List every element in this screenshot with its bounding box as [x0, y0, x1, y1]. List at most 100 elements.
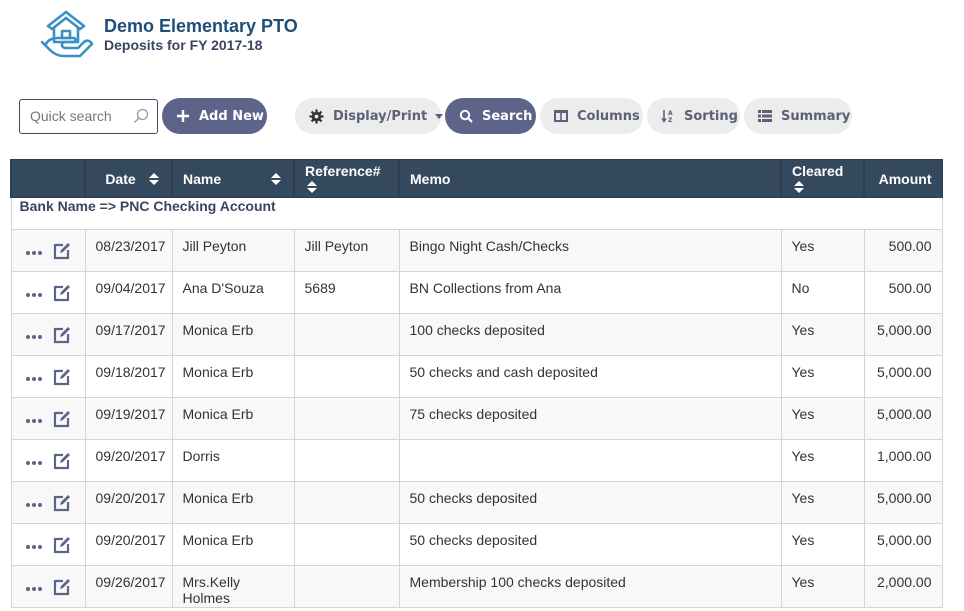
- cell-cleared: No: [780, 271, 865, 314]
- cell-amount: 500.00: [863, 229, 943, 272]
- row-actions: [10, 397, 86, 440]
- display-print-button[interactable]: Display/Print: [295, 98, 444, 134]
- cell-name: Jill Peyton: [171, 229, 295, 272]
- table-row[interactable]: 08/23/2017 Jill Peyton Jill Peyton Bingo…: [10, 229, 943, 272]
- edit-icon[interactable]: [53, 494, 71, 512]
- table-row[interactable]: 09/18/2017 Monica Erb 50 checks and cash…: [10, 355, 943, 398]
- cell-date: 08/23/2017: [84, 229, 173, 272]
- edit-icon[interactable]: [53, 242, 71, 260]
- list-icon: [758, 108, 772, 124]
- more-options-icon[interactable]: [25, 587, 42, 591]
- cell-amount: 5,000.00: [863, 355, 943, 398]
- table-row[interactable]: 09/20/2017 Monica Erb 50 checks deposite…: [10, 481, 943, 524]
- cell-date: 09/26/2017: [84, 565, 173, 608]
- column-header-memo: Memo: [398, 159, 782, 198]
- edit-icon[interactable]: [53, 326, 71, 344]
- table-row[interactable]: 09/19/2017 Monica Erb 75 checks deposite…: [10, 397, 943, 440]
- edit-icon[interactable]: [53, 536, 71, 554]
- cell-memo: Membership 100 checks deposited: [398, 565, 782, 608]
- sort-icon[interactable]: [307, 180, 317, 193]
- cell-date: 09/20/2017: [84, 523, 173, 566]
- more-options-icon[interactable]: [25, 461, 42, 465]
- cell-date: 09/20/2017: [84, 481, 173, 524]
- more-options-icon[interactable]: [25, 419, 42, 423]
- cell-name: Ana D'Souza: [171, 271, 295, 314]
- column-header-name[interactable]: Name: [171, 159, 295, 198]
- cell-cleared: Yes: [780, 397, 865, 440]
- cell-memo: Bingo Night Cash/Checks: [398, 229, 782, 272]
- cell-cleared: Yes: [780, 229, 865, 272]
- search-icon[interactable]: [133, 107, 149, 125]
- column-header-cleared-label: Cleared: [792, 162, 844, 179]
- cell-memo: 100 checks deposited: [398, 313, 782, 356]
- sort-icon[interactable]: [794, 180, 804, 193]
- more-options-icon[interactable]: [25, 503, 42, 507]
- column-header-reference-label: Reference#: [305, 162, 381, 179]
- column-header-cleared[interactable]: Cleared: [780, 159, 865, 198]
- cell-cleared: Yes: [780, 439, 865, 482]
- cell-reference: [293, 481, 400, 524]
- row-actions: [10, 523, 86, 566]
- table-row[interactable]: 09/04/2017 Ana D'Souza 5689 BN Collectio…: [10, 271, 943, 314]
- table-header-row: Date Name Reference# Memo Cleared Amount: [10, 159, 943, 198]
- edit-icon[interactable]: [53, 410, 71, 428]
- more-options-icon[interactable]: [25, 377, 42, 381]
- summary-label: Summary: [781, 108, 851, 124]
- cell-reference: [293, 523, 400, 566]
- more-options-icon[interactable]: [25, 545, 42, 549]
- sort-alpha-icon: AZ: [661, 108, 675, 124]
- sorting-button[interactable]: AZ Sorting: [647, 98, 740, 134]
- cell-cleared: Yes: [780, 481, 865, 524]
- table-row[interactable]: 09/26/2017 Mrs.Kelly Holmes Membership 1…: [10, 565, 943, 608]
- column-header-reference[interactable]: Reference#: [293, 159, 400, 198]
- cell-amount: 5,000.00: [863, 523, 943, 566]
- edit-icon[interactable]: [53, 452, 71, 470]
- cell-reference: Jill Peyton: [293, 229, 400, 272]
- more-options-icon[interactable]: [25, 335, 42, 339]
- table-row[interactable]: 09/20/2017 Monica Erb 50 checks deposite…: [10, 523, 943, 566]
- search-button[interactable]: Search: [445, 98, 536, 134]
- cell-date: 09/04/2017: [84, 271, 173, 314]
- columns-button[interactable]: Columns: [540, 98, 643, 134]
- cell-cleared: Yes: [780, 565, 865, 608]
- summary-button[interactable]: Summary: [744, 98, 852, 134]
- cell-reference: 5689: [293, 271, 400, 314]
- edit-icon[interactable]: [53, 368, 71, 386]
- house-in-hand-icon: [40, 10, 94, 58]
- cell-name: Monica Erb: [171, 481, 295, 524]
- page-subtitle: Deposits for FY 2017-18: [104, 37, 263, 53]
- cell-date: 09/17/2017: [84, 313, 173, 356]
- cell-date: 09/19/2017: [84, 397, 173, 440]
- cell-date: 09/20/2017: [84, 439, 173, 482]
- cell-memo: 50 checks deposited: [398, 523, 782, 566]
- column-header-date-label: Date: [105, 170, 136, 187]
- columns-icon: [554, 108, 568, 124]
- sorting-label: Sorting: [684, 108, 738, 124]
- cell-memo: 50 checks deposited: [398, 481, 782, 524]
- search-label: Search: [482, 108, 533, 124]
- group-row: Bank Name => PNC Checking Account: [10, 197, 943, 230]
- sort-icon[interactable]: [271, 173, 281, 185]
- page-header: Demo Elementary PTO Deposits for FY 2017…: [36, 4, 298, 68]
- column-header-date[interactable]: Date: [84, 159, 173, 198]
- add-new-button[interactable]: Add New: [162, 98, 267, 134]
- more-options-icon[interactable]: [25, 251, 42, 255]
- table-row[interactable]: 09/20/2017 Dorris Yes 1,000.00: [10, 439, 943, 482]
- cell-reference: [293, 565, 400, 608]
- quick-search-box[interactable]: [19, 98, 158, 134]
- svg-text:Z: Z: [668, 117, 673, 123]
- row-actions: [10, 481, 86, 524]
- gear-icon: [309, 108, 324, 124]
- cell-memo: 50 checks and cash deposited: [398, 355, 782, 398]
- search-icon: [459, 108, 473, 124]
- table-row[interactable]: 09/17/2017 Monica Erb 100 checks deposit…: [10, 313, 943, 356]
- deposits-table: Date Name Reference# Memo Cleared Amount…: [10, 159, 943, 608]
- cell-cleared: Yes: [780, 355, 865, 398]
- quick-search-input[interactable]: [28, 107, 133, 125]
- more-options-icon[interactable]: [25, 293, 42, 297]
- cell-name: Monica Erb: [171, 397, 295, 440]
- edit-icon[interactable]: [53, 578, 71, 596]
- sort-icon[interactable]: [149, 173, 159, 185]
- cell-name: Dorris: [171, 439, 295, 482]
- edit-icon[interactable]: [53, 284, 71, 302]
